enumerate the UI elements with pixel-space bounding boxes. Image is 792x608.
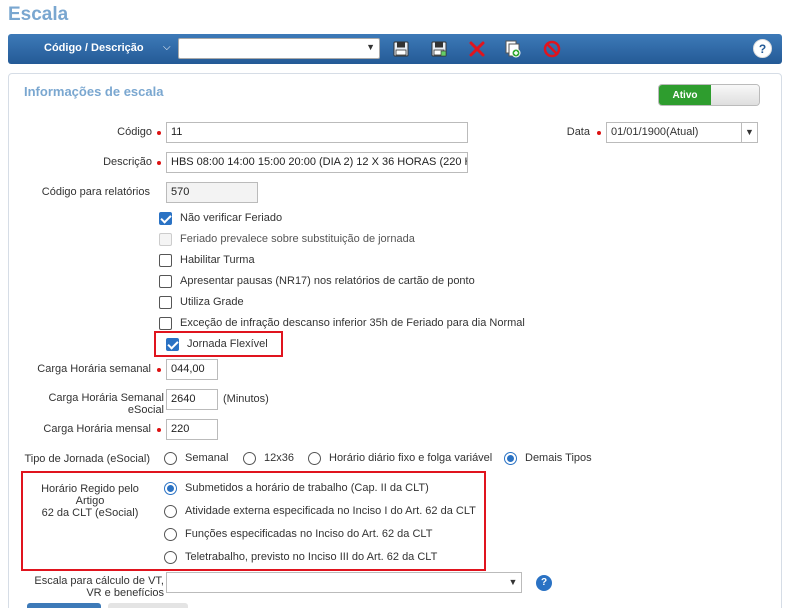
horario-regido-label: Horário Regido pelo Artigo 62 da CLT (eS… — [41, 483, 139, 519]
chevron-down-icon[interactable]: ⌵ — [163, 42, 171, 53]
radio-label: Demais Tipos — [525, 452, 592, 464]
carga-semanal-field[interactable]: 044,00 — [166, 359, 218, 380]
checkbox-jornada-flexivel[interactable]: Jornada Flexível — [166, 336, 268, 352]
radio-icon[interactable] — [164, 451, 177, 465]
checkbox-feriado-prevalece: Feriado prevalece sobre substituição de … — [159, 231, 415, 247]
radio-icon[interactable] — [164, 504, 177, 518]
code-description-select[interactable]: ▼ — [178, 38, 380, 59]
save-icon[interactable] — [390, 38, 412, 60]
help-icon[interactable]: ? — [753, 39, 772, 58]
checkbox-label: Exceção de infração descanso inferior 35… — [180, 317, 525, 329]
radio-atividade-externa[interactable]: Atividade externa especificada no Inciso… — [164, 503, 476, 519]
required-marker — [157, 131, 161, 135]
radio-label: Semanal — [185, 452, 229, 464]
required-marker — [157, 161, 161, 165]
radio-icon[interactable] — [243, 451, 256, 465]
panel-title: Informações de escala — [24, 84, 164, 99]
checkbox-habilitar-turma[interactable]: Habilitar Turma — [159, 252, 255, 268]
codigo-field[interactable]: 11 — [166, 122, 468, 143]
carga-esocial-label: Carga Horária Semanal eSocial — [48, 392, 164, 416]
checkbox-label: Não verificar Feriado — [180, 212, 283, 224]
radio-label: Horário diário fixo e folga variável — [329, 452, 493, 464]
codigo-relatorios-field[interactable]: 570 — [166, 182, 258, 203]
radio-demais-tipos[interactable]: Demais Tipos — [504, 450, 592, 466]
page-title: Escala — [8, 4, 69, 25]
required-marker — [597, 131, 601, 135]
checkbox-checked-icon[interactable] — [166, 337, 179, 351]
checkbox-icon[interactable] — [159, 253, 172, 267]
radio-submetidos-horario[interactable]: Submetidos a horário de trabalho (Cap. I… — [164, 480, 429, 496]
delete-icon[interactable] — [466, 38, 488, 60]
search-field-label: Código / Descrição — [44, 42, 144, 54]
copy-icon[interactable] — [502, 38, 524, 60]
required-marker — [157, 428, 161, 432]
checkbox-apresentar-pausas[interactable]: Apresentar pausas (NR17) nos relatórios … — [159, 273, 475, 289]
radio-icon[interactable] — [308, 451, 321, 465]
required-marker — [157, 368, 161, 372]
checkbox-utiliza-grade[interactable]: Utiliza Grade — [159, 294, 244, 310]
carga-esocial-field[interactable]: 2640 — [166, 389, 218, 410]
codigo-relatorios-label: Código para relatórios — [41, 186, 150, 198]
codigo-label: Código — [117, 126, 152, 138]
escala-vt-select[interactable]: ▼ — [166, 572, 522, 593]
checkbox-icon[interactable] — [159, 316, 172, 330]
radio-icon[interactable] — [164, 527, 177, 541]
radio-selected-icon[interactable] — [504, 451, 517, 465]
radio-semanal[interactable]: Semanal — [164, 450, 228, 466]
tipo-jornada-label: Tipo de Jornada (eSocial) — [24, 453, 150, 465]
checkbox-icon[interactable] — [159, 295, 172, 309]
data-label: Data — [566, 126, 590, 138]
cancel-icon[interactable] — [541, 38, 563, 60]
toolbar: Código / Descrição ⌵ ▼ ? — [8, 34, 782, 64]
descricao-label: Descrição — [103, 156, 152, 168]
checkbox-checked-icon[interactable] — [159, 211, 172, 225]
carga-semanal-label: Carga Horária semanal — [37, 363, 151, 375]
checkbox-icon[interactable] — [159, 274, 172, 288]
active-toggle-label: Ativo — [659, 85, 711, 105]
toggle-knob — [711, 85, 759, 105]
radio-label: Teletrabalho, previsto no Inciso III do … — [185, 551, 438, 563]
radio-label: Funções especificadas no Inciso do Art. … — [185, 528, 433, 540]
radio-12x36[interactable]: 12x36 — [243, 450, 294, 466]
save-as-icon[interactable] — [428, 38, 450, 60]
minutos-unit: (Minutos) — [223, 393, 269, 405]
primary-button[interactable] — [27, 603, 101, 608]
checkbox-label: Utiliza Grade — [180, 296, 244, 308]
dropdown-arrow-icon: ▼ — [508, 577, 518, 587]
secondary-button[interactable] — [108, 603, 188, 608]
carga-mensal-field[interactable]: 220 — [166, 419, 218, 440]
radio-selected-icon[interactable] — [164, 481, 177, 495]
data-select[interactable]: 01/01/1900(Atual) ▼ — [606, 122, 758, 143]
dropdown-arrow-icon: ▼ — [366, 42, 375, 52]
radio-horario-fixo[interactable]: Horário diário fixo e folga variável — [308, 450, 492, 466]
checkbox-label: Apresentar pausas (NR17) nos relatórios … — [180, 275, 475, 287]
carga-mensal-label: Carga Horária mensal — [43, 423, 151, 435]
active-toggle[interactable]: Ativo — [658, 84, 760, 106]
radio-icon[interactable] — [164, 550, 177, 564]
radio-funcoes-especificadas[interactable]: Funções especificadas no Inciso do Art. … — [164, 526, 432, 542]
help-icon[interactable]: ? — [536, 575, 552, 591]
descricao-field[interactable]: HBS 08:00 14:00 15:00 20:00 (DIA 2) 12 X… — [166, 152, 468, 173]
radio-teletrabalho[interactable]: Teletrabalho, previsto no Inciso III do … — [164, 549, 437, 565]
checkbox-excecao-infracao[interactable]: Exceção de infração descanso inferior 35… — [159, 315, 525, 331]
checkbox-label: Habilitar Turma — [180, 254, 255, 266]
dropdown-arrow-icon: ▼ — [741, 123, 757, 142]
checkbox-label: Jornada Flexível — [187, 338, 268, 350]
checkbox-icon — [159, 232, 172, 246]
checkbox-label: Feriado prevalece sobre substituição de … — [180, 233, 415, 245]
checkbox-nao-verificar-feriado[interactable]: Não verificar Feriado — [159, 210, 282, 226]
radio-label: Submetidos a horário de trabalho (Cap. I… — [185, 482, 429, 494]
radio-label: Atividade externa especificada no Inciso… — [185, 505, 476, 517]
radio-label: 12x36 — [264, 452, 294, 464]
escala-vt-label: Escala para cálculo de VT, VR e benefíci… — [34, 575, 164, 599]
